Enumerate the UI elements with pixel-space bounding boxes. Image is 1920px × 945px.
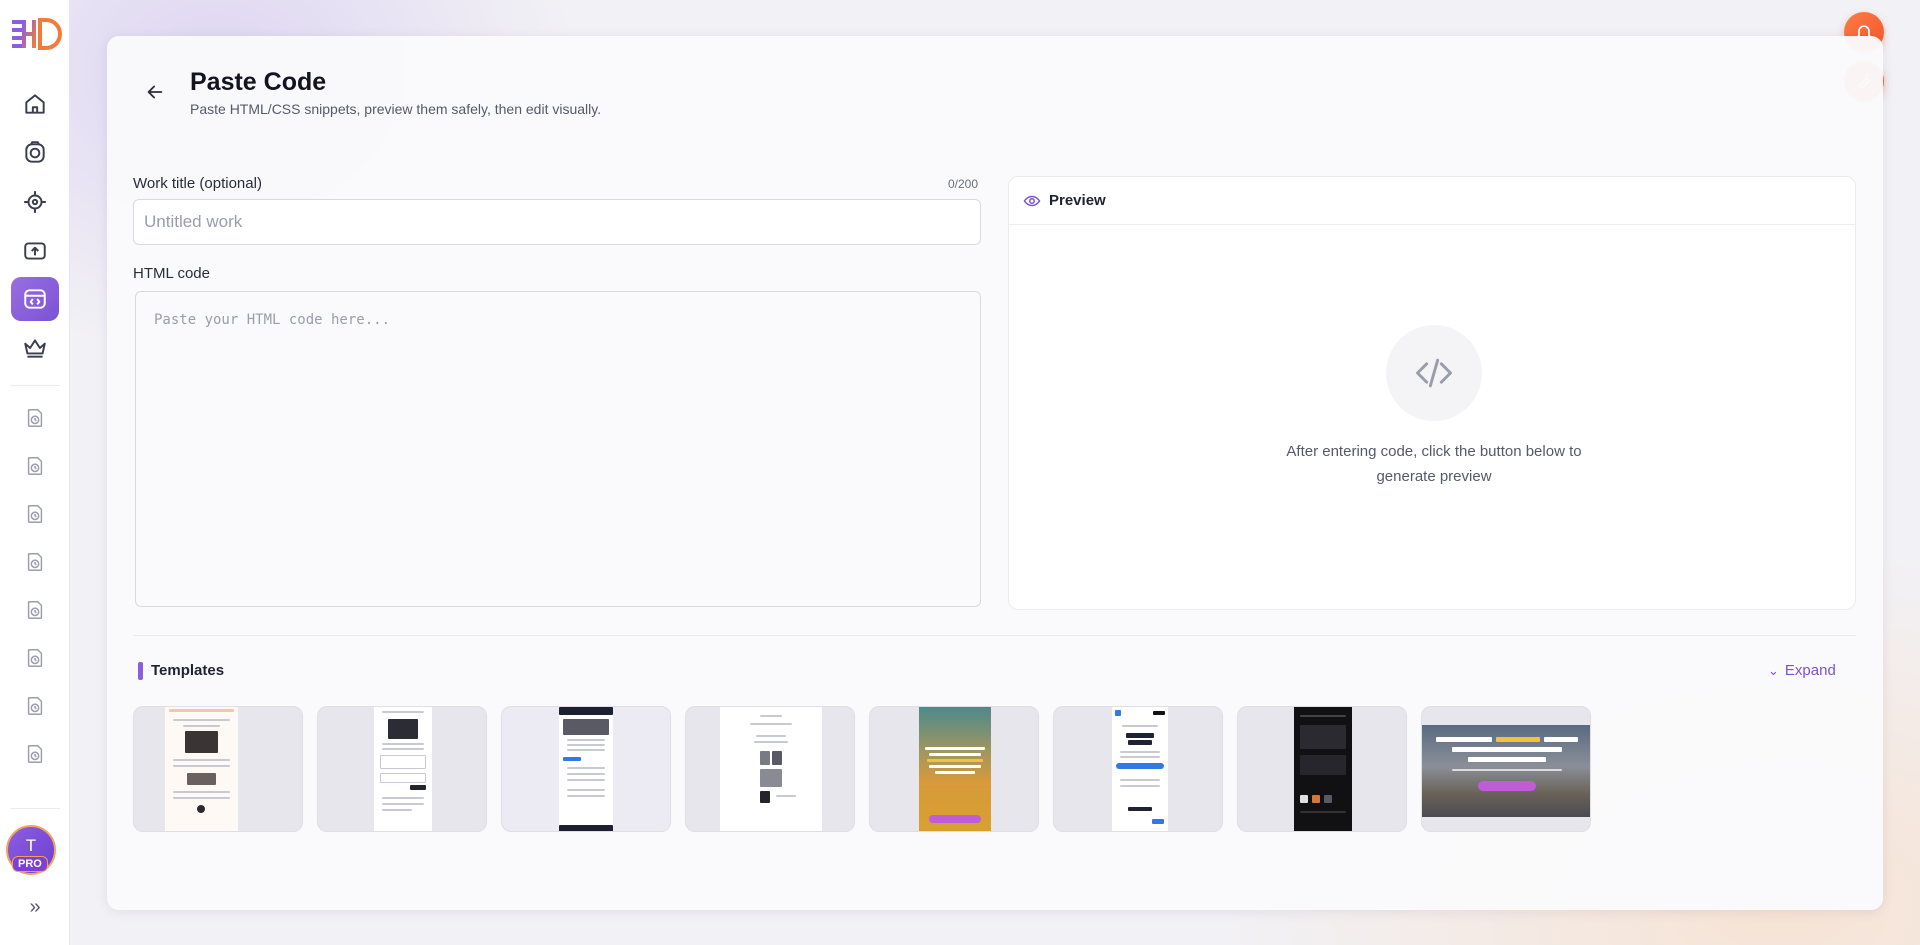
template-card-7[interactable] <box>1237 706 1407 832</box>
nav-paste-code[interactable] <box>11 277 59 321</box>
crown-icon <box>24 339 46 358</box>
history-icon <box>27 745 43 763</box>
template-card-6[interactable] <box>1053 706 1223 832</box>
template-thumbnail <box>720 707 822 831</box>
sidebar-divider <box>10 385 60 386</box>
html-code-input[interactable] <box>135 291 981 607</box>
history-icon <box>27 649 43 667</box>
template-card-5[interactable] <box>869 706 1039 832</box>
template-thumbnail <box>374 707 432 831</box>
nav-upload[interactable] <box>11 229 59 273</box>
template-thumbnail <box>1294 707 1352 831</box>
template-thumbnail <box>919 707 991 831</box>
code-icon <box>24 289 46 309</box>
chevron-down-icon: ⌄ <box>1768 662 1779 678</box>
template-card-1[interactable] <box>133 706 303 832</box>
history-item-2[interactable] <box>19 450 51 482</box>
history-item-6[interactable] <box>19 642 51 674</box>
template-card-3[interactable] <box>501 706 671 832</box>
app-logo[interactable] <box>8 14 62 54</box>
eye-icon <box>1023 195 1041 206</box>
template-thumbnail <box>1422 725 1590 817</box>
history-item-3[interactable] <box>19 498 51 530</box>
title-char-counter: 0/200 <box>948 177 979 191</box>
camera-icon <box>25 141 45 163</box>
code-placeholder-graphic <box>1386 325 1482 421</box>
code-label: HTML code <box>133 265 210 282</box>
preview-header: Preview <box>1009 177 1855 225</box>
title-input[interactable] <box>133 199 981 245</box>
template-card-2[interactable] <box>317 706 487 832</box>
history-item-8[interactable] <box>19 738 51 770</box>
template-thumbnail <box>559 707 613 831</box>
template-thumbnail <box>1112 707 1168 831</box>
history-icon <box>27 697 43 715</box>
template-card-8[interactable] <box>1421 706 1591 832</box>
templates-expand-button[interactable]: ⌄ Expand <box>1768 662 1836 679</box>
sidebar: T PRO » <box>0 0 70 945</box>
pro-badge: PRO <box>12 856 48 872</box>
preview-panel: Preview After entering code, click the b… <box>1008 176 1856 610</box>
preview-title: Preview <box>1049 192 1106 209</box>
template-thumbnail <box>165 707 238 831</box>
main-card: Paste Code Paste HTML/CSS snippets, prev… <box>107 36 1883 910</box>
expand-label: Expand <box>1784 662 1836 679</box>
history-icon <box>27 409 43 427</box>
template-card-4[interactable] <box>685 706 855 832</box>
nav-home[interactable] <box>11 82 59 126</box>
back-button[interactable] <box>141 78 169 106</box>
history-item-1[interactable] <box>19 402 51 434</box>
title-label: Work title (optional) <box>133 175 262 192</box>
page-subtitle: Paste HTML/CSS snippets, preview them sa… <box>190 101 602 117</box>
expand-sidebar-icon[interactable]: » <box>22 896 48 918</box>
preview-empty-hint: After entering code, click the button be… <box>1286 443 1582 485</box>
target-icon <box>24 191 46 213</box>
section-divider <box>133 635 1856 636</box>
code-brackets-icon <box>1416 358 1452 388</box>
page-title: Paste Code <box>190 68 327 96</box>
history-item-7[interactable] <box>19 690 51 722</box>
history-icon <box>27 457 43 475</box>
sidebar-divider <box>10 808 60 809</box>
home-icon <box>25 94 45 114</box>
history-item-5[interactable] <box>19 594 51 626</box>
history-icon <box>27 601 43 619</box>
avatar-initial: T <box>25 836 37 855</box>
arrow-left-icon <box>147 85 163 99</box>
nav-camera[interactable] <box>11 131 59 175</box>
templates-accent-bar <box>138 662 143 680</box>
upload-icon <box>24 242 46 260</box>
history-icon <box>27 553 43 571</box>
nav-target[interactable] <box>11 180 59 224</box>
history-item-4[interactable] <box>19 546 51 578</box>
history-icon <box>27 505 43 523</box>
nav-premium[interactable] <box>11 326 59 370</box>
templates-title: Templates <box>151 662 225 679</box>
